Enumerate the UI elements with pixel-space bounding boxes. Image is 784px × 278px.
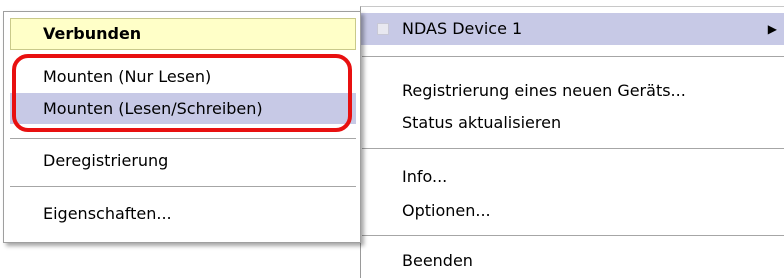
register-new-device-label: Registrierung eines neuen Geräts...: [402, 81, 686, 100]
mount-readwrite-label: Mounten (Lesen/Schreiben): [43, 99, 263, 118]
mount-readonly-item[interactable]: Mounten (Nur Lesen): [10, 61, 356, 92]
menu-separator: [10, 186, 356, 188]
options-item[interactable]: Optionen...: [361, 195, 784, 227]
options-label: Optionen...: [402, 201, 491, 220]
submenu-header-label: Verbunden: [43, 24, 142, 43]
arrow-right-icon: ▶: [767, 22, 777, 36]
info-label: Info...: [402, 167, 448, 186]
mount-readwrite-item[interactable]: Mounten (Lesen/Schreiben): [10, 93, 356, 124]
refresh-status-label: Status aktualisieren: [402, 113, 562, 132]
unregister-item[interactable]: Deregistrierung: [10, 145, 356, 176]
menu-separator: [362, 56, 784, 58]
menu-separator: [362, 235, 784, 237]
properties-item[interactable]: Eigenschaften...: [10, 198, 356, 229]
register-new-device-item[interactable]: Registrierung eines neuen Geräts...: [361, 75, 784, 107]
submenu-header-connected: Verbunden: [10, 18, 356, 50]
device-menu-item[interactable]: NDAS Device 1 ▶: [361, 13, 784, 45]
refresh-status-item[interactable]: Status aktualisieren: [361, 107, 784, 139]
exit-item[interactable]: Beenden: [361, 245, 784, 277]
exit-label: Beenden: [402, 251, 473, 270]
properties-label: Eigenschaften...: [43, 204, 172, 223]
context-menu: NDAS Device 1 ▶ Registrierung eines neue…: [360, 6, 784, 278]
mount-readonly-label: Mounten (Nur Lesen): [43, 67, 212, 86]
device-menu-item-label: NDAS Device 1: [402, 19, 523, 38]
device-submenu: Verbunden Mounten (Nur Lesen) Mounten (L…: [3, 11, 361, 243]
menu-separator: [10, 138, 356, 140]
unregister-label: Deregistrierung: [43, 151, 169, 170]
info-item[interactable]: Info...: [361, 161, 784, 193]
menu-separator: [362, 148, 784, 150]
square-icon: [377, 23, 389, 35]
